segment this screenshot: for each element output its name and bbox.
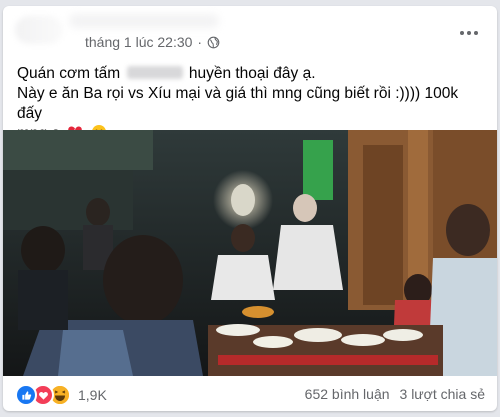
comment-count-link[interactable]: 652 bình luận xyxy=(305,386,390,402)
post-footer: 1,9K 652 bình luận 3 lượt chia sẻ xyxy=(3,376,497,411)
restaurant-scene-image xyxy=(3,130,497,376)
reactions-summary[interactable]: 1,9K xyxy=(15,384,107,406)
blurred-author-name[interactable] xyxy=(69,14,219,28)
globe-icon[interactable] xyxy=(207,36,220,49)
reaction-count[interactable]: 1,9K xyxy=(78,387,107,403)
share-count-link[interactable]: 3 lượt chia sẻ xyxy=(400,386,485,402)
post-header: tháng 1 lúc 22:30 · xyxy=(3,6,497,64)
post-text-part: huyền thoại đây ạ. xyxy=(188,65,316,82)
meta-separator: · xyxy=(197,34,203,50)
engagement-stats: 652 bình luận 3 lượt chia sẻ xyxy=(305,386,485,402)
blurred-shop-name xyxy=(126,66,183,79)
post-photo[interactable] xyxy=(3,130,497,376)
post-text-part: Quán cơm tấm xyxy=(17,65,121,82)
post-text-line-2: Này e ăn Ba rọi vs Xíu mại và giá thì mn… xyxy=(17,85,459,122)
more-options-button[interactable] xyxy=(451,21,487,45)
blurred-avatar[interactable] xyxy=(15,16,63,44)
post-meta: tháng 1 lúc 22:30 · xyxy=(85,34,220,50)
post-text-line-1: Quán cơm tấm huyền thoại đây ạ. xyxy=(17,64,487,84)
post-timestamp[interactable]: tháng 1 lúc 22:30 xyxy=(85,34,192,50)
post-card: tháng 1 lúc 22:30 · Quán cơm tấm huyền t… xyxy=(3,6,497,411)
like-icon xyxy=(15,384,37,406)
